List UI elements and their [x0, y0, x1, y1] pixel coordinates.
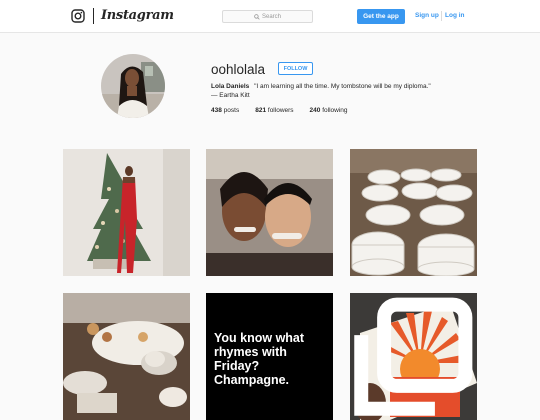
post-thumbnail[interactable] [63, 293, 190, 420]
text-card-line: rhymes with Friday? [214, 345, 287, 373]
top-navigation: Instagram Search Get the app Sign up Log… [0, 0, 540, 33]
text-card-copy: You know what rhymes with Friday? Champa… [214, 331, 333, 387]
followers-stat[interactable]: 821 followers [255, 107, 293, 114]
text-card-line: You know what [214, 331, 305, 345]
profile-avatar[interactable] [101, 54, 165, 118]
instagram-wordmark[interactable]: Instagram [101, 8, 174, 23]
followers-count: 821 [255, 107, 267, 114]
search-icon [254, 13, 260, 20]
followers-label: followers [267, 107, 294, 114]
post-thumbnail[interactable] [350, 293, 477, 420]
logo-divider [93, 8, 94, 24]
sign-up-link[interactable]: Sign up [415, 12, 439, 19]
following-count: 240 [309, 107, 321, 114]
nav-divider [441, 11, 442, 21]
text-card-line: Champagne. [214, 373, 290, 387]
profile-username: oohlolala [211, 62, 266, 77]
following-label: following [322, 107, 348, 114]
follow-button[interactable]: FOLLOW [278, 62, 313, 75]
posts-stat: 438 posts [211, 107, 239, 114]
posts-count: 438 [211, 107, 222, 114]
posts-label: posts [223, 107, 240, 114]
post-thumbnail[interactable] [206, 149, 333, 276]
profile-full-name: Lola Daniels [211, 83, 250, 90]
get-the-app-button[interactable]: Get the app [357, 9, 405, 24]
search-placeholder: Search [261, 13, 281, 20]
search-input[interactable]: Search [222, 10, 313, 23]
following-stat[interactable]: 240 following [310, 107, 348, 114]
post-text-card[interactable]: You know what rhymes with Friday? Champa… [206, 293, 333, 420]
log-in-link[interactable]: Log in [445, 12, 465, 19]
profile-stats: 438 posts 821 followers 240 following [211, 107, 348, 114]
multi-post-icon [354, 297, 473, 416]
instagram-camera-icon[interactable] [71, 9, 85, 23]
profile-bio: Lola Daniels "I am learning all the time… [211, 82, 431, 100]
post-thumbnail[interactable] [63, 149, 190, 276]
post-thumbnail[interactable] [350, 149, 477, 276]
